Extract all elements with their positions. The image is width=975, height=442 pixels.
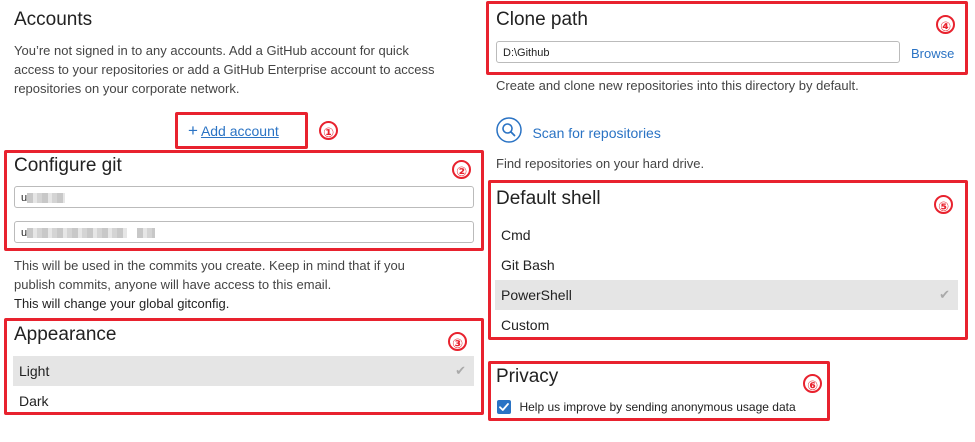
appearance-option-label: Light [19, 363, 50, 379]
shell-option-custom[interactable]: Custom [495, 310, 958, 340]
shell-option-label: Custom [501, 317, 550, 333]
shell-option-git-bash[interactable]: Git Bash [495, 250, 958, 280]
accounts-description: You’re not signed in to any accounts. Ad… [14, 41, 435, 98]
usage-data-checkbox[interactable] [497, 399, 511, 414]
annotation-badge-3: ③ [448, 332, 467, 351]
usage-data-label: Help us improve by sending anonymous usa… [519, 399, 796, 414]
default-shell-title: Default shell [496, 188, 601, 209]
shell-option-label: PowerShell [501, 287, 572, 303]
checkbox-check-icon [499, 402, 509, 411]
configure-git-note-line-1: This will be used in the commits you cre… [14, 258, 405, 273]
redacted-name [27, 193, 66, 204]
git-email-input[interactable]: u [14, 221, 474, 243]
scan-for-repositories-button[interactable]: Scan for repositories [496, 117, 661, 145]
add-account-label: Add account [200, 123, 279, 139]
scan-label: Scan for repositories [532, 124, 661, 141]
plus-icon: + [188, 121, 198, 140]
accounts-description-line-1: You’re not signed in to any accounts. Ad… [14, 43, 409, 58]
configure-git-note: This will be used in the commits you cre… [14, 256, 405, 313]
shell-option-powershell[interactable]: PowerShell ✔ [495, 280, 958, 310]
accounts-description-line-2: access to your repositories or add a Git… [14, 62, 435, 77]
appearance-option-label: Dark [19, 393, 49, 409]
clone-path-input[interactable]: D:\Github [496, 41, 900, 63]
clone-path-title: Clone path [496, 9, 588, 30]
annotation-badge-1: ① [319, 121, 338, 140]
checkmark-icon: ✔ [455, 363, 466, 378]
shell-option-label: Git Bash [501, 257, 555, 273]
annotation-badge-4: ④ [936, 15, 955, 34]
redacted-email [27, 228, 128, 239]
appearance-title: Appearance [14, 324, 117, 345]
clone-path-description: Create and clone new repositories into t… [496, 78, 859, 93]
shell-option-label: Cmd [501, 227, 531, 243]
annotation-badge-6: ⑥ [803, 374, 822, 393]
search-icon [496, 117, 522, 148]
scan-description: Find repositories on your hard drive. [496, 156, 705, 171]
accounts-description-line-3: repositories on your corporate network. [14, 81, 240, 96]
git-name-input[interactable]: u [14, 186, 474, 208]
annotation-badge-2: ② [452, 160, 471, 179]
redacted-email-tail [137, 228, 156, 239]
appearance-option-light[interactable]: Light ✔ [13, 356, 474, 386]
annotation-badge-5: ⑤ [934, 195, 953, 214]
checkmark-icon: ✔ [939, 287, 950, 302]
privacy-title: Privacy [496, 366, 559, 387]
configure-git-note-line-2: publish commits, anyone will have access… [14, 277, 332, 292]
gitconfig-note: This will change your global gitconfig. [14, 296, 230, 311]
configure-git-title: Configure git [14, 155, 122, 176]
shell-option-cmd[interactable]: Cmd [495, 220, 958, 250]
usage-data-checkbox-row[interactable]: Help us improve by sending anonymous usa… [497, 398, 796, 416]
accounts-title: Accounts [14, 9, 93, 30]
browse-button[interactable]: Browse [911, 46, 954, 61]
appearance-option-dark[interactable]: Dark [13, 386, 474, 416]
add-account-button[interactable]: + Add account [188, 121, 279, 141]
